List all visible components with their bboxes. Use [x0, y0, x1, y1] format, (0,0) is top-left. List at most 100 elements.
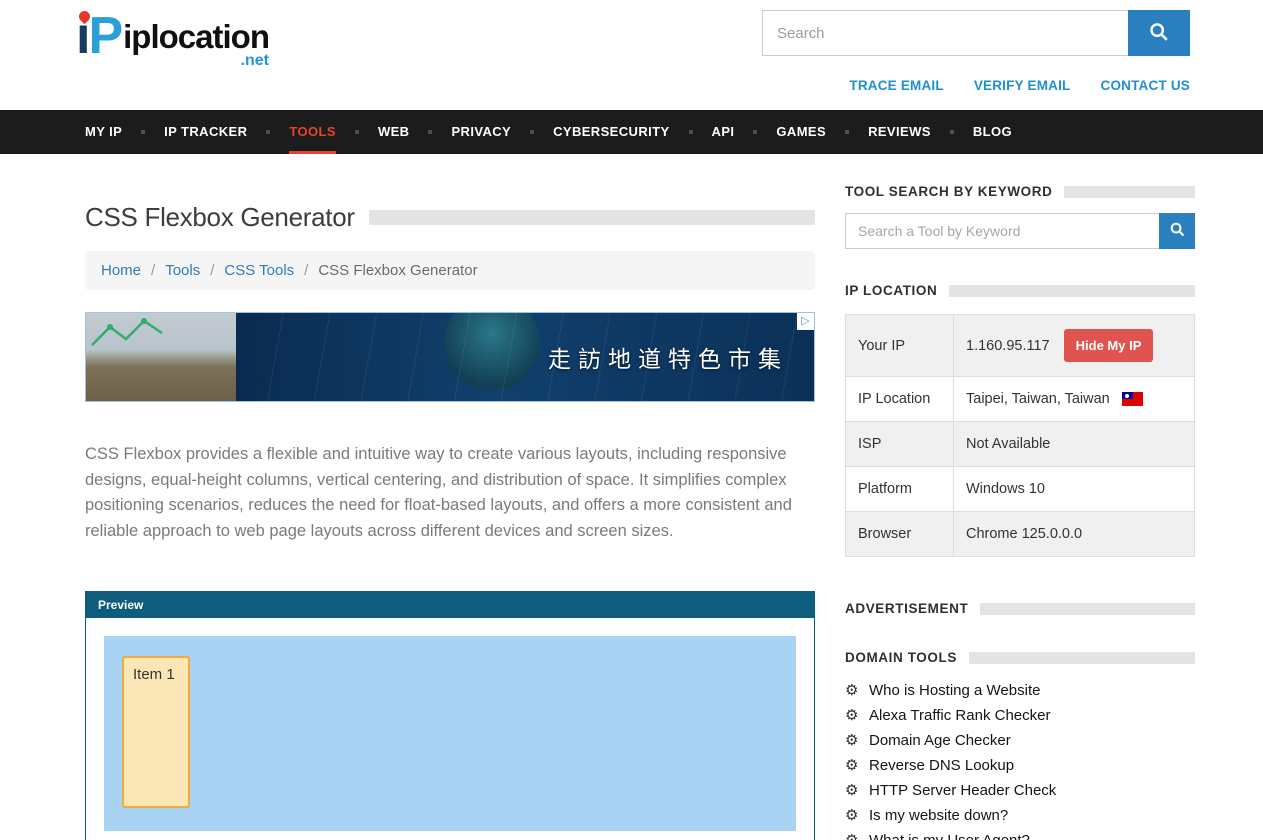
nav-item-api[interactable]: API: [712, 110, 735, 154]
nav-item-blog[interactable]: BLOG: [973, 110, 1012, 154]
isp-value: Not Available: [954, 422, 1195, 467]
browser-value: Chrome 125.0.0.0: [954, 512, 1195, 557]
heading-decor-bar: [969, 652, 1195, 664]
list-item: ⚙ Who is Hosting a Website: [845, 681, 1195, 699]
breadcrumb-tools[interactable]: Tools: [165, 262, 200, 279]
breadcrumb-separator: /: [151, 262, 155, 279]
domain-tool-http-header-link[interactable]: HTTP Server Header Check: [869, 782, 1056, 799]
ip-location-table: Your IP 1.160.95.117 Hide My IP IP Locat…: [845, 314, 1195, 557]
taiwan-flag-icon: [1122, 392, 1143, 406]
domain-tool-age-link[interactable]: Domain Age Checker: [869, 732, 1011, 749]
logo-text: iplocation .net: [123, 18, 269, 70]
site-search: [762, 10, 1190, 56]
domain-tool-alexa-link[interactable]: Alexa Traffic Rank Checker: [869, 707, 1050, 724]
trace-email-link[interactable]: TRACE EMAIL: [849, 78, 943, 93]
main-nav: MY IP IP TRACKER TOOLS WEB PRIVACY CYBER…: [0, 110, 1263, 154]
preview-panel-title: Preview: [86, 592, 814, 618]
platform-label: Platform: [846, 467, 954, 512]
nav-item-games[interactable]: GAMES: [776, 110, 826, 154]
your-ip-value: 1.160.95.117: [966, 338, 1050, 354]
domain-tools-list: ⚙ Who is Hosting a Website ⚙ Alexa Traff…: [845, 681, 1195, 840]
nav-item-cybersecurity[interactable]: CYBERSECURITY: [553, 110, 669, 154]
contact-us-link[interactable]: CONTACT US: [1101, 78, 1191, 93]
gear-icon: ⚙: [845, 831, 869, 840]
nav-item-privacy[interactable]: PRIVACY: [451, 110, 511, 154]
nav-separator: [428, 130, 432, 134]
nav-item-web[interactable]: WEB: [378, 110, 410, 154]
title-decor-bar: [369, 210, 815, 225]
gear-icon: ⚙: [845, 706, 869, 724]
domain-tool-hosting-link[interactable]: Who is Hosting a Website: [869, 682, 1040, 699]
breadcrumb-css-tools[interactable]: CSS Tools: [224, 262, 294, 279]
ip-location-heading: IP LOCATION: [845, 283, 937, 298]
top-header: ıP iplocation .net TRACE EMAIL VERIFY EM…: [0, 0, 1263, 110]
your-ip-value-cell: 1.160.95.117 Hide My IP: [954, 315, 1195, 377]
verify-email-link[interactable]: VERIFY EMAIL: [974, 78, 1071, 93]
table-row: IP Location Taipei, Taiwan, Taiwan: [846, 377, 1195, 422]
heading-decor-bar: [1064, 186, 1195, 198]
list-item: ⚙ Is my website down?: [845, 806, 1195, 824]
nav-separator: [530, 130, 534, 134]
gear-icon: ⚙: [845, 681, 869, 699]
ad-headline: 走訪地道特色市集: [548, 340, 788, 374]
domain-tools-heading-row: DOMAIN TOOLS: [845, 650, 1195, 665]
logo-letter-p: P: [88, 7, 121, 65]
page-title: CSS Flexbox Generator: [85, 202, 355, 233]
domain-tool-website-down-link[interactable]: Is my website down?: [869, 807, 1008, 824]
ad-creative: 走訪地道特色市集: [236, 313, 814, 401]
site-logo[interactable]: ıP iplocation .net: [76, 10, 269, 70]
tool-search-heading-row: TOOL SEARCH BY KEYWORD: [845, 184, 1195, 199]
domain-tool-reverse-dns-link[interactable]: Reverse DNS Lookup: [869, 757, 1014, 774]
platform-value: Windows 10: [954, 467, 1195, 512]
nav-item-tools[interactable]: TOOLS: [289, 110, 336, 154]
heading-decor-bar: [949, 285, 1195, 297]
search-icon: [1148, 21, 1170, 46]
ip-location-value: Taipei, Taiwan, Taiwan: [966, 391, 1110, 407]
nav-separator: [845, 130, 849, 134]
heading-decor-bar: [980, 603, 1195, 615]
search-icon: [1169, 221, 1186, 241]
tool-search-input[interactable]: [845, 213, 1159, 249]
ad-banner[interactable]: 走訪地道特色市集 ▷: [85, 312, 815, 402]
advertisement-heading: ADVERTISEMENT: [845, 601, 968, 616]
ad-photo-panel: [86, 313, 236, 401]
list-item: ⚙ Reverse DNS Lookup: [845, 756, 1195, 774]
header-quick-links: TRACE EMAIL VERIFY EMAIL CONTACT US: [849, 78, 1190, 93]
list-item: ⚙ What is my User Agent?: [845, 831, 1195, 840]
tool-search-button[interactable]: [1159, 213, 1195, 249]
preview-flex-container: Item 1: [104, 636, 796, 831]
breadcrumb-current: CSS Flexbox Generator: [318, 262, 477, 279]
nav-item-ip-tracker[interactable]: IP TRACKER: [164, 110, 247, 154]
site-search-button[interactable]: [1128, 10, 1190, 56]
ip-location-value-cell: Taipei, Taiwan, Taiwan: [954, 377, 1195, 422]
list-item: ⚙ Domain Age Checker: [845, 731, 1195, 749]
tool-search-box: [845, 213, 1195, 249]
table-row: Your IP 1.160.95.117 Hide My IP: [846, 315, 1195, 377]
nav-item-my-ip[interactable]: MY IP: [85, 110, 122, 154]
gear-icon: ⚙: [845, 781, 869, 799]
ip-location-heading-row: IP LOCATION: [845, 283, 1195, 298]
logo-name: iplocation: [123, 18, 269, 56]
nav-separator: [753, 130, 757, 134]
list-item: ⚙ HTTP Server Header Check: [845, 781, 1195, 799]
nav-separator: [355, 130, 359, 134]
nav-separator: [950, 130, 954, 134]
gear-icon: ⚙: [845, 731, 869, 749]
title-row: CSS Flexbox Generator: [85, 202, 815, 233]
domain-tools-heading: DOMAIN TOOLS: [845, 650, 957, 665]
preview-flex-item: Item 1: [122, 656, 190, 808]
nav-item-reviews[interactable]: REVIEWS: [868, 110, 931, 154]
breadcrumb-home[interactable]: Home: [101, 262, 141, 279]
ad-chart-decoration: [88, 315, 180, 355]
breadcrumb: Home/ Tools/ CSS Tools/ CSS Flexbox Gene…: [85, 251, 815, 290]
header-right: TRACE EMAIL VERIFY EMAIL CONTACT US: [762, 10, 1190, 93]
browser-label: Browser: [846, 512, 954, 557]
domain-tool-user-agent-link[interactable]: What is my User Agent?: [869, 832, 1030, 840]
nav-separator: [689, 130, 693, 134]
hide-my-ip-button[interactable]: Hide My IP: [1064, 329, 1154, 362]
ip-location-label: IP Location: [846, 377, 954, 422]
table-row: ISP Not Available: [846, 422, 1195, 467]
adchoices-icon[interactable]: ▷: [797, 313, 814, 330]
logo-tld: .net: [241, 52, 269, 70]
site-search-input[interactable]: [762, 10, 1128, 56]
